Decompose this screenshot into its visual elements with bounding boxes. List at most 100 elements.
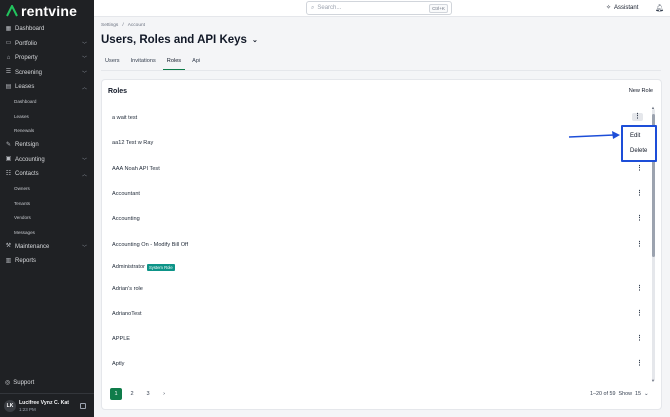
table-row[interactable]: Administrator System Role — [112, 255, 642, 279]
chevron-down-icon: ﹀ — [81, 157, 87, 164]
kebab-menu-icon[interactable]: ⋮ — [632, 113, 643, 121]
kebab-menu-icon[interactable]: ⋮ — [636, 190, 643, 197]
tab-users[interactable]: Users — [101, 56, 124, 70]
sidebar-item[interactable]: ⚒ Maintenance ﹀ — [0, 240, 94, 255]
sidebar-item-label: Portfolio — [15, 40, 38, 47]
sidebar-subitem-label: Owners — [14, 186, 30, 192]
scroll-down-icon[interactable]: ▼ — [651, 378, 655, 383]
sidebar-item-label: Accounting — [15, 156, 45, 163]
role-name: AdrianoTest — [112, 311, 142, 317]
page-size-select[interactable]: 15 — [635, 391, 641, 397]
sidebar-item[interactable]: ▦ Dashboard — [0, 22, 94, 37]
sidebar-item[interactable]: ☷ Contacts ︿ — [0, 167, 94, 182]
assistant-button[interactable]: ✧ Assistant — [606, 4, 638, 12]
search-icon: ⌕ — [311, 4, 315, 11]
bell-icon[interactable]: 🔔︎ — [655, 4, 664, 12]
sidebar-item[interactable]: ✎ Rentsign — [0, 138, 94, 153]
sidebar-item-label: Maintenance — [15, 243, 50, 250]
role-actions-menu: Edit Delete — [621, 125, 657, 162]
sidebar-item-label: Dashboard — [15, 26, 45, 33]
sidebar-nav: ▦ Dashboard ▭ Portfolio ﹀ ⌂ Property ﹀ ☰ Screenin… — [0, 22, 94, 269]
sidebar-subitem[interactable]: Tenants — [0, 196, 94, 211]
contacts-icon: ☷ — [5, 170, 12, 177]
table-row[interactable]: Accounting On - Modify Bill Off ⋮ — [112, 233, 643, 257]
role-name: Accountant — [112, 191, 140, 197]
sidebar-item[interactable]: ▤ Leases ︿ — [0, 80, 94, 95]
sidebar-item-label: Contacts — [15, 171, 39, 178]
chevron-up-icon: ︿ — [81, 172, 87, 178]
table-row[interactable]: Aptly ⋮ — [112, 352, 643, 376]
reports-icon: ▥ — [5, 257, 12, 264]
page-button[interactable]: 2 — [126, 388, 138, 400]
table-row[interactable]: aa12 Test w Ray — [112, 131, 642, 155]
sidebar-item-label: Rentsign — [15, 142, 39, 149]
status-badge: System Role — [146, 263, 175, 271]
sidebar-subitem[interactable]: Renewals — [0, 124, 94, 139]
sparkle-icon: ✧ — [606, 5, 612, 11]
table-row[interactable]: a wait test ⋮ — [112, 106, 643, 130]
sidebar-item-label: Property — [15, 55, 38, 62]
role-name: Administrator — [112, 264, 145, 270]
search-shortcut: Ctrl+K — [429, 4, 448, 13]
dashboard-icon: ▦ — [5, 25, 12, 32]
pagination: 1 2 3 › — [110, 388, 170, 400]
help-icon: ◎ — [5, 380, 11, 386]
breadcrumb-separator: / — [122, 23, 124, 28]
table-row[interactable]: AdrianoTest ⋮ — [112, 302, 643, 326]
logo[interactable]: rentvine — [6, 3, 77, 19]
kebab-menu-icon[interactable]: ⋮ — [636, 335, 643, 342]
leases-icon: ▤ — [5, 83, 12, 90]
search-placeholder: Search... — [317, 5, 342, 11]
sidebar-item[interactable]: ☰ Screening ﹀ — [0, 66, 94, 81]
kebab-menu-icon[interactable]: ⋮ — [636, 215, 643, 222]
new-role-button[interactable]: New Role — [629, 88, 653, 94]
logo-icon — [6, 5, 18, 17]
table-row[interactable]: Accounting ⋮ — [112, 207, 643, 231]
maintenance-icon: ⚒ — [5, 243, 12, 250]
tab-api[interactable]: Api — [188, 56, 204, 70]
logout-icon[interactable] — [80, 403, 86, 409]
kebab-menu-icon[interactable]: ⋮ — [636, 285, 643, 292]
chevron-down-icon: ﹀ — [81, 70, 87, 77]
kebab-menu-icon[interactable]: ⋮ — [636, 360, 643, 367]
sidebar-item[interactable]: ▣ Accounting ﹀ — [0, 153, 94, 168]
page-button[interactable]: 1 — [110, 388, 122, 400]
table-row[interactable]: Accountant ⋮ — [112, 182, 643, 206]
screening-icon: ☰ — [5, 69, 12, 76]
sidebar-subitem[interactable]: Dashboard — [0, 95, 94, 110]
sidebar-subitem[interactable]: Owners — [0, 182, 94, 197]
page-button[interactable]: 3 — [142, 388, 154, 400]
sidebar-item[interactable]: ▭ Portfolio ﹀ — [0, 37, 94, 52]
search-input[interactable]: ⌕ Search... Ctrl+K — [306, 1, 452, 15]
sidebar-subitem-label: Leases — [14, 113, 29, 119]
table-row[interactable]: AAA Noah API Test ⋮ — [112, 157, 643, 181]
page-title[interactable]: Users, Roles and API Keys ⌄ — [101, 34, 258, 46]
kebab-menu-icon[interactable]: ⋮ — [636, 165, 643, 172]
user-time: 1:23 PM — [19, 406, 36, 412]
breadcrumb-account[interactable]: Account — [128, 23, 145, 28]
sidebar-item[interactable]: ⌂ Property ﹀ — [0, 51, 94, 66]
support-link[interactable]: ◎ Support — [5, 379, 34, 387]
sidebar-subitem[interactable]: Messages — [0, 225, 94, 240]
sidebar-item[interactable]: ▥ Reports — [0, 254, 94, 269]
breadcrumb-settings[interactable]: Settings — [101, 23, 118, 28]
chevron-down-icon[interactable]: ⌄ — [644, 391, 649, 397]
table-row[interactable]: APPLE ⋮ — [112, 327, 643, 351]
tab-invitations[interactable]: Invitations — [127, 56, 160, 70]
role-name: Accounting — [112, 216, 140, 222]
sidebar-item-label: Screening — [15, 69, 43, 76]
sidebar-subitem[interactable]: Vendors — [0, 211, 94, 226]
kebab-menu-icon[interactable]: ⋮ — [636, 310, 643, 317]
menu-item-delete[interactable]: Delete — [630, 148, 647, 154]
breadcrumb: Settings / Account — [101, 23, 145, 28]
kebab-menu-icon[interactable]: ⋮ — [636, 241, 643, 248]
next-page-icon[interactable]: › — [158, 388, 170, 400]
accounting-icon: ▣ — [5, 156, 12, 163]
tab-roles[interactable]: Roles — [162, 56, 186, 70]
sidebar-subitem[interactable]: Leases — [0, 109, 94, 124]
menu-item-edit[interactable]: Edit — [630, 133, 640, 139]
user-profile[interactable]: LK Lucifree Vynz C. Kat 1:23 PM — [0, 393, 94, 417]
table-row[interactable]: Adrian's role ⋮ — [112, 277, 643, 301]
sidebar-subitem-label: Tenants — [14, 200, 31, 206]
logo-text: rentvine — [21, 3, 78, 19]
